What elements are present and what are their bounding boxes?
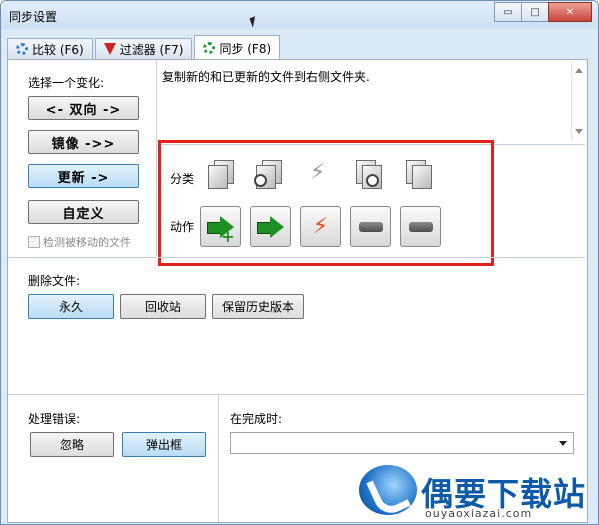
tab-compare[interactable]: 比较 (F6): [7, 38, 93, 59]
completion-heading: 在完成时:: [230, 412, 283, 426]
gear-icon: [203, 42, 216, 54]
close-button[interactable]: ✕: [548, 2, 592, 22]
tab-compare-label: 比较 (F6): [32, 42, 84, 57]
watermark: 偶要下载站 ouyaoxiazai.com: [359, 463, 589, 523]
highlight-box: [158, 140, 494, 266]
maximize-button[interactable]: □: [521, 2, 549, 22]
left-newer-file-icon: [254, 160, 282, 189]
right-only-file-icon: [404, 160, 432, 189]
arrow-right-icon: [256, 215, 285, 238]
action-update-right-button[interactable]: [250, 206, 291, 247]
detect-moved-label: 检测被移动的文件: [43, 236, 131, 249]
window-title: 同步设置: [9, 10, 58, 24]
errors-popup-button[interactable]: 弹出框: [122, 432, 206, 457]
sync-settings-window: 同步设置 ▭ □ ✕ 比较 (F6) 过滤器 (F7) 同步 (F8) 选择一个…: [0, 0, 599, 525]
variant-heading: 选择一个变化:: [28, 76, 105, 90]
category-label: 分类: [170, 172, 195, 186]
filter-icon: [103, 43, 116, 55]
caption-buttons: ▭ □ ✕: [494, 2, 592, 22]
two-way-button[interactable]: <- 双向 ->: [28, 96, 139, 120]
watermark-domain: ouyaoxiazai.com: [425, 507, 533, 520]
action-none-button-1[interactable]: [350, 206, 391, 247]
checkbox-box[interactable]: [28, 236, 40, 248]
variant-section: 选择一个变化: <- 双向 -> 镜像 ->> 更新 -> 自定义 检测被移动的…: [8, 60, 157, 256]
tab-filter[interactable]: 过滤器 (F7): [94, 38, 193, 59]
errors-ignore-button[interactable]: 忽略: [30, 432, 114, 457]
minimize-button[interactable]: ▭: [494, 2, 522, 22]
delete-versioning-button[interactable]: 保留历史版本: [212, 294, 304, 319]
conflict-lightning-icon: ⚡: [310, 160, 326, 185]
divider: [8, 257, 585, 258]
action-label: 动作: [170, 220, 195, 234]
delete-heading: 删除文件:: [28, 274, 81, 288]
right-newer-file-icon: [354, 160, 382, 189]
completion-dropdown[interactable]: [230, 432, 574, 454]
description-scrollbar[interactable]: [571, 62, 586, 140]
mouse-cursor-icon: [249, 16, 259, 28]
tab-sync[interactable]: 同步 (F8): [194, 35, 281, 60]
errors-heading: 处理错误:: [28, 412, 81, 426]
watermark-logo-icon: [359, 465, 417, 515]
minus-icon: [358, 221, 383, 232]
arrow-plus-icon: +: [206, 215, 235, 244]
action-none-button-2[interactable]: [400, 206, 441, 247]
title-bar[interactable]: 同步设置 ▭ □ ✕: [1, 1, 598, 29]
mirror-button[interactable]: 镜像 ->>: [28, 130, 139, 154]
left-only-file-icon: [206, 160, 234, 189]
action-create-right-button[interactable]: +: [200, 206, 241, 247]
sync-panel: 选择一个变化: <- 双向 -> 镜像 ->> 更新 -> 自定义 检测被移动的…: [7, 59, 588, 523]
update-button[interactable]: 更新 ->: [28, 164, 139, 188]
divider: [218, 394, 219, 522]
custom-button[interactable]: 自定义: [28, 200, 139, 224]
scroll-down-icon[interactable]: [575, 129, 583, 134]
divider: [8, 394, 585, 395]
tab-sync-label: 同步 (F8): [219, 41, 272, 56]
tab-bar: 比较 (F6) 过滤器 (F7) 同步 (F8): [7, 35, 282, 60]
delete-recycle-bin-button[interactable]: 回收站: [120, 294, 206, 319]
delete-permanent-button[interactable]: 永久: [28, 294, 114, 319]
lightning-icon: ⚡: [312, 213, 329, 239]
detect-moved-checkbox[interactable]: 检测被移动的文件: [28, 234, 131, 250]
minus-icon: [408, 221, 433, 232]
scroll-up-icon[interactable]: [575, 68, 583, 73]
gear-icon: [16, 43, 28, 55]
chevron-down-icon[interactable]: [559, 441, 567, 446]
description-text: 复制新的和已更新的文件到右侧文件夹.: [162, 70, 370, 84]
action-conflict-button[interactable]: ⚡: [300, 206, 341, 247]
tab-filter-label: 过滤器 (F7): [119, 42, 184, 57]
